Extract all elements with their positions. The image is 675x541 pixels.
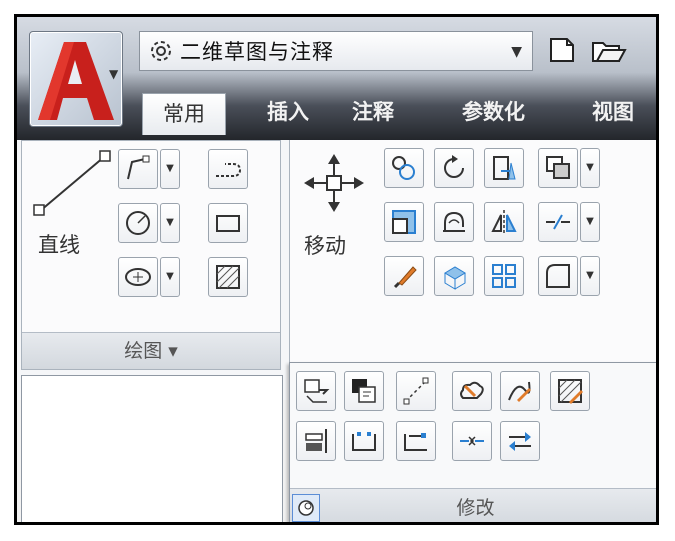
pin-icon	[298, 500, 314, 516]
edit-hatch-icon	[558, 379, 583, 404]
fillet-button[interactable]	[434, 202, 474, 242]
spline-button[interactable]	[208, 149, 248, 189]
draw-order-dropdown[interactable]: ▼	[580, 148, 600, 188]
break-dropdown[interactable]: ▼	[580, 202, 600, 242]
move-label: 移动	[304, 234, 346, 258]
modify-panel-flyout: 修改	[289, 362, 656, 522]
line-icon	[33, 150, 111, 216]
rectangle-button[interactable]	[208, 203, 248, 243]
folder-open-icon	[592, 42, 627, 62]
edit-spline-icon	[508, 381, 531, 402]
circle-button[interactable]	[118, 203, 158, 243]
join-icon	[352, 432, 376, 451]
edit-cloud-button[interactable]	[452, 371, 492, 411]
move-button[interactable]: 移动	[292, 148, 376, 266]
title-bar: ▼ 二维草图与注释 ▼ 常用 插入 注释 参数化 视图	[17, 17, 656, 140]
ribbon-tabs: 常用 插入 注释 参数化 视图	[142, 89, 656, 135]
application-window: ▼ 二维草图与注释 ▼ 常用 插入 注释 参数化 视图 直线 ▼ ▼ ▼ 绘图 …	[14, 14, 659, 525]
drawing-canvas[interactable]	[21, 375, 283, 522]
hatch-icon	[216, 265, 240, 289]
mirror-button[interactable]	[484, 202, 524, 242]
break-at-point-button[interactable]	[452, 421, 492, 461]
lengthen-icon	[403, 377, 429, 405]
chevron-down-icon[interactable]: ▼	[511, 44, 522, 60]
workspace-label: 二维草图与注释	[180, 40, 334, 64]
modify-panel: 移动 ▼ ▼ ▼	[289, 140, 656, 370]
layer-order-button[interactable]	[538, 148, 578, 188]
tab-annotate[interactable]: 注释	[352, 89, 394, 135]
array-button[interactable]	[434, 256, 474, 296]
stretch-icon	[392, 210, 416, 234]
draw-panel: 直线 ▼ ▼ ▼ 绘图 ▾	[21, 140, 281, 370]
draw-panel-title[interactable]: 绘图 ▾	[22, 332, 280, 369]
ribbon: 直线 ▼ ▼ ▼ 绘图 ▾ 移动 ▼ ▼ ▼	[17, 140, 656, 400]
rotate-button[interactable]	[434, 148, 474, 188]
line-label: 直线	[38, 233, 80, 257]
tab-parametric[interactable]: 参数化	[462, 89, 525, 135]
polyline-button[interactable]	[118, 149, 158, 189]
edit-hatch-button[interactable]	[550, 371, 590, 411]
reverse-button[interactable]	[500, 421, 540, 461]
chamfer-button[interactable]	[538, 256, 578, 296]
chevron-down-icon[interactable]: ▼	[109, 67, 118, 81]
copy-icon	[392, 156, 415, 180]
trim-button[interactable]	[484, 148, 524, 188]
edit-polyline-icon	[304, 379, 330, 403]
copy-button[interactable]	[384, 148, 424, 188]
ellipse-button[interactable]	[118, 257, 158, 297]
polyline-dropdown[interactable]: ▼	[160, 149, 180, 189]
reverse-icon	[509, 432, 531, 451]
mirror-icon	[491, 210, 517, 234]
edit-block-button[interactable]	[344, 371, 384, 411]
pin-panel-button[interactable]	[292, 494, 320, 522]
spline-icon	[216, 163, 242, 177]
edit-spline-button[interactable]	[500, 371, 540, 411]
break-at-point-icon	[460, 436, 484, 446]
new-file-button[interactable]	[545, 33, 579, 67]
hatch-button[interactable]	[208, 257, 248, 297]
eraser-icon	[460, 381, 484, 399]
move-icon	[304, 154, 364, 212]
workspace-switcher[interactable]: 二维草图与注释 ▼	[139, 31, 533, 71]
trim-icon	[493, 156, 516, 180]
brush-icon	[393, 266, 417, 289]
polyline-icon	[127, 155, 150, 180]
tab-insert[interactable]: 插入	[267, 89, 309, 135]
3d-box-icon	[444, 266, 466, 290]
edit-polyline-button[interactable]	[296, 371, 336, 411]
extend-icon	[404, 433, 427, 451]
lengthen-button[interactable]	[396, 371, 436, 411]
rectangle-icon	[216, 215, 240, 232]
break-icon	[546, 214, 570, 230]
stretch-button[interactable]	[384, 202, 424, 242]
open-file-button[interactable]	[589, 33, 627, 67]
line-button[interactable]: 直线	[26, 145, 112, 263]
ellipse-dropdown[interactable]: ▼	[160, 257, 180, 297]
rectangular-array-button[interactable]	[484, 256, 524, 296]
circle-icon	[126, 211, 150, 235]
tab-view[interactable]: 视图	[592, 89, 634, 135]
tab-home[interactable]: 常用	[142, 93, 226, 135]
new-file-icon	[550, 38, 574, 62]
gear-icon	[144, 34, 178, 68]
chamfer-dropdown[interactable]: ▼	[580, 256, 600, 296]
extend-button[interactable]	[396, 421, 436, 461]
align-button[interactable]	[296, 421, 336, 461]
join-button[interactable]	[344, 421, 384, 461]
ellipse-icon	[125, 268, 151, 286]
modify-flyout-title[interactable]: 修改	[290, 488, 656, 522]
break-button[interactable]	[538, 202, 578, 242]
edit-block-icon	[352, 379, 376, 403]
match-properties-button[interactable]	[384, 256, 424, 296]
align-icon	[305, 429, 327, 453]
circle-dropdown[interactable]: ▼	[160, 203, 180, 243]
array-icon	[492, 264, 516, 288]
draw-order-icon	[546, 156, 570, 179]
fillet-icon	[443, 211, 465, 232]
rotate-icon	[444, 155, 464, 178]
chamfer-icon	[546, 264, 570, 288]
